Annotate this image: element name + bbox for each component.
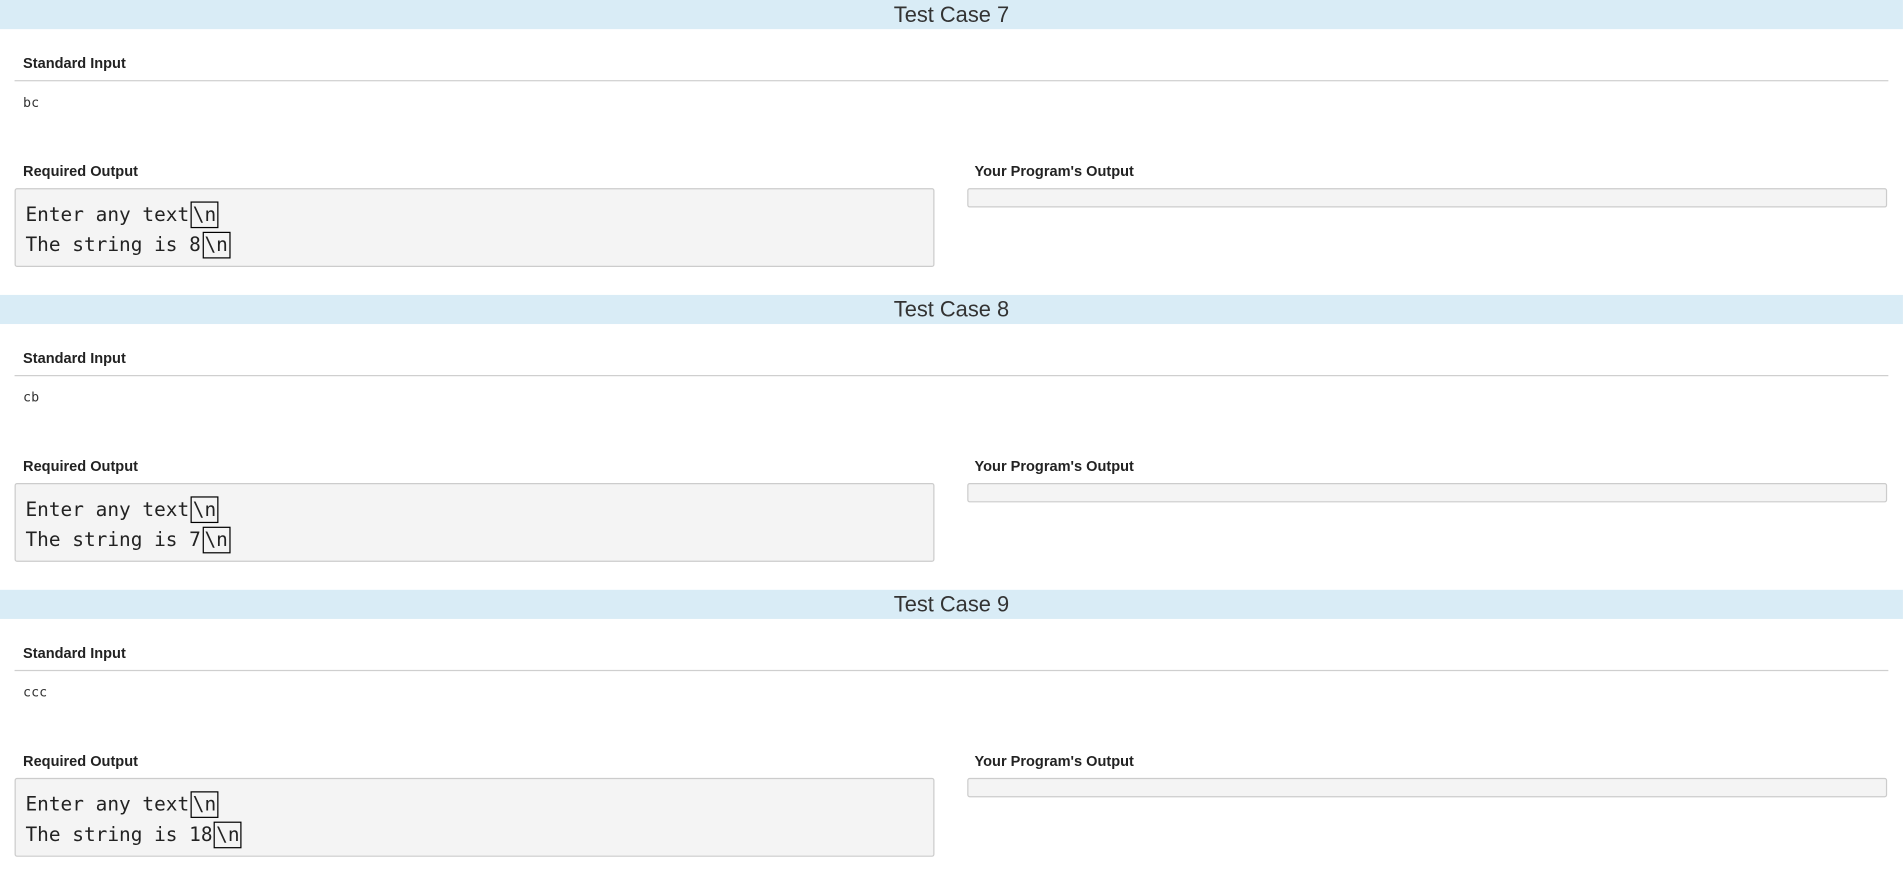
test-results-page: Test Case 7 Standard Input bc Required O…	[0, 0, 1903, 885]
required-output-box[interactable]: Enter any text \n The string is 18 \n	[14, 777, 935, 857]
standard-input-value[interactable]: ccc	[23, 684, 47, 700]
test-case-body: Standard Input cb Required Output Your P…	[0, 324, 1903, 590]
line-text: The string is 7	[25, 527, 201, 551]
test-case-title: Test Case 7	[0, 0, 1903, 30]
divider	[14, 80, 1889, 82]
your-output-box[interactable]	[967, 483, 1888, 503]
your-output-box[interactable]	[967, 777, 1888, 798]
line-text: The string is 18	[25, 822, 213, 846]
test-case-title: Test Case 9	[0, 589, 1903, 619]
required-output-box[interactable]: Enter any text \n The string is 7 \n	[14, 483, 935, 562]
required-output-line: Enter any text \n	[25, 495, 933, 525]
line-text: Enter any text	[25, 792, 190, 816]
standard-input-label: Standard Input	[23, 54, 126, 72]
newline-marker: \n	[190, 496, 219, 524]
newline-marker: \n	[202, 231, 231, 259]
standard-input-value[interactable]: bc	[23, 95, 39, 111]
required-output-line: The string is 8 \n	[25, 231, 933, 261]
line-text: Enter any text	[25, 202, 190, 226]
test-case-title: Test Case 8	[0, 294, 1903, 325]
test-case-body: Standard Input bc Required Output Your P…	[0, 29, 1903, 295]
required-output-box[interactable]: Enter any text \n The string is 8 \n	[14, 188, 935, 267]
required-output-label: Required Output	[23, 162, 138, 180]
newline-marker: \n	[190, 791, 219, 818]
line-text: Enter any text	[25, 497, 190, 521]
standard-input-value[interactable]: cb	[23, 390, 39, 406]
divider	[14, 375, 1889, 377]
required-output-label: Required Output	[23, 752, 138, 770]
test-case-body: Standard Input ccc Required Output Your …	[0, 619, 1903, 885]
standard-input-label: Standard Input	[23, 644, 126, 662]
required-output-line: The string is 7 \n	[25, 525, 933, 555]
line-text: The string is 8	[25, 233, 201, 257]
newline-marker: \n	[202, 526, 231, 554]
newline-marker: \n	[190, 201, 219, 229]
your-output-label: Your Program's Output	[974, 752, 1134, 770]
your-output-label: Your Program's Output	[974, 162, 1134, 180]
required-output-line: The string is 18 \n	[25, 820, 933, 850]
divider	[14, 669, 1889, 672]
newline-marker: \n	[213, 821, 242, 849]
test-case: Test Case 9 Standard Input ccc Required …	[0, 589, 1903, 885]
required-output-line: Enter any text \n	[25, 200, 933, 230]
your-output-box[interactable]	[967, 188, 1888, 208]
test-case: Test Case 7 Standard Input bc Required O…	[0, 0, 1903, 295]
required-output-line: Enter any text \n	[25, 790, 933, 820]
required-output-label: Required Output	[23, 457, 138, 475]
test-case: Test Case 8 Standard Input cb Required O…	[0, 294, 1903, 590]
standard-input-label: Standard Input	[23, 349, 126, 367]
your-output-label: Your Program's Output	[974, 457, 1134, 475]
